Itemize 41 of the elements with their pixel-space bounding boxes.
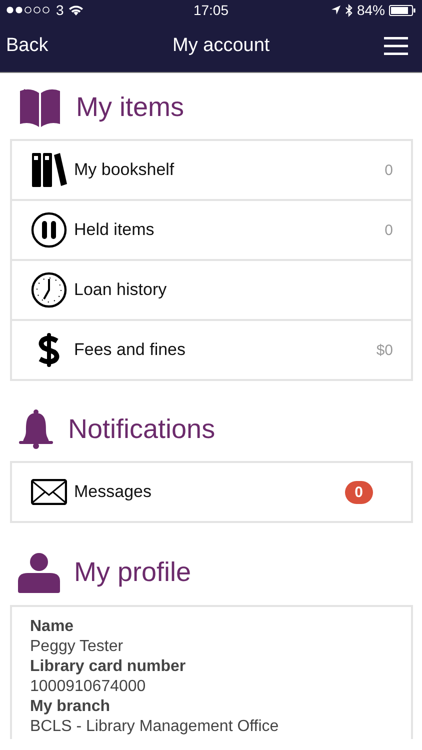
list-item[interactable]: Fees and fines $0	[12, 319, 411, 379]
person-icon	[18, 551, 60, 593]
clock-label: 17:05	[193, 2, 229, 18]
field-label: My branch	[30, 697, 112, 717]
item-count: 0	[384, 222, 393, 238]
page-title: My account	[172, 35, 270, 57]
pause-icon	[31, 212, 67, 248]
item-label: Messages	[74, 482, 152, 502]
field-label: Name	[30, 617, 75, 637]
section-heading: My items	[76, 92, 184, 122]
location-arrow-icon	[330, 5, 341, 15]
menu-icon	[384, 37, 408, 55]
signal-icon	[6, 6, 52, 14]
envelope-icon	[31, 479, 67, 505]
list-item[interactable]: Held items 0	[12, 199, 411, 259]
back-button[interactable]: Back	[0, 31, 54, 61]
battery-icon	[388, 4, 416, 16]
section-heading: My profile	[74, 556, 192, 588]
wifi-icon	[68, 4, 84, 16]
field-value: BCLS - Library Management Office	[30, 717, 280, 737]
item-count: $0	[376, 342, 393, 358]
item-count: 0	[384, 162, 393, 178]
books-icon	[31, 152, 67, 188]
list-item[interactable]: Loan history	[12, 259, 411, 319]
bluetooth-icon	[344, 4, 353, 16]
item-label: Fees and fines	[74, 340, 187, 360]
field-label: Library card number	[30, 657, 187, 677]
list-item[interactable]: Messages 0	[12, 463, 411, 521]
count-badge: 0	[344, 480, 373, 504]
bell-icon	[18, 409, 54, 449]
battery-label: 84%	[356, 2, 385, 18]
book-icon	[18, 87, 62, 127]
section-heading: Notifications	[68, 414, 216, 444]
field-value: 1000910674000	[30, 677, 147, 697]
list-item[interactable]: My bookshelf 0	[12, 141, 411, 199]
item-label: My bookshelf	[74, 160, 176, 180]
clock-icon	[31, 272, 67, 308]
field-value: Peggy Tester	[30, 637, 124, 657]
item-label: Loan history	[74, 280, 168, 300]
item-label: Held items	[74, 220, 156, 240]
carrier-label: 3	[56, 2, 64, 18]
